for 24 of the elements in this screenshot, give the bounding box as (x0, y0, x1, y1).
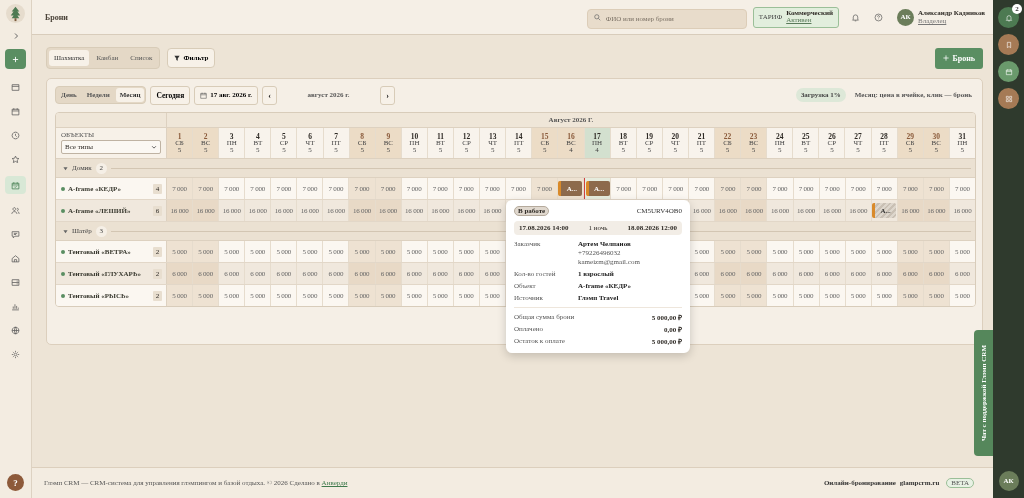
calendar-check-icon[interactable] (5, 176, 26, 194)
help-button[interactable]: ? (7, 474, 24, 491)
status-dot (61, 208, 65, 213)
caret-icon[interactable] (63, 165, 68, 171)
calendar-icon[interactable] (998, 61, 1019, 82)
status-dot (61, 293, 65, 298)
status-dot (61, 271, 65, 276)
calendar-icon (200, 91, 208, 99)
add-booking-button[interactable]: Бронь (935, 47, 983, 69)
next-button[interactable]: › (380, 85, 396, 105)
bookmark-icon[interactable] (998, 34, 1019, 55)
help-icon[interactable] (874, 12, 883, 22)
status-dot (61, 249, 65, 254)
bell-icon[interactable] (998, 7, 1019, 28)
filter-icon (174, 55, 181, 61)
plus-icon (943, 55, 950, 61)
grid-icon[interactable] (998, 88, 1019, 109)
previous-button[interactable]: ‹ (262, 85, 278, 105)
add-icon[interactable] (5, 49, 26, 69)
tree-icon[interactable] (6, 4, 25, 23)
status-dot (61, 186, 65, 191)
caret-icon[interactable] (63, 228, 68, 234)
chevron-down-icon (151, 144, 157, 150)
page-title: Брони (45, 12, 68, 22)
